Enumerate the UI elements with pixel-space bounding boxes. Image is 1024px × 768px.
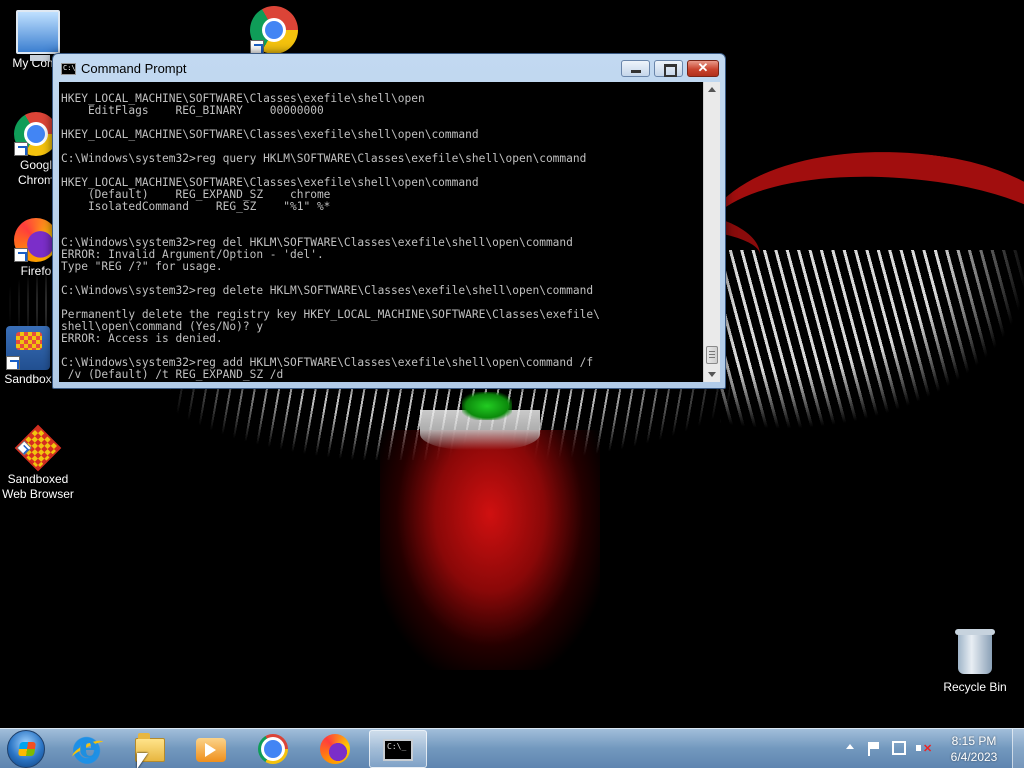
cmd-icon (383, 739, 413, 761)
shortcut-arrow-icon (250, 40, 264, 54)
network-icon[interactable] (892, 741, 906, 755)
taskbar-firefox-button[interactable] (307, 730, 365, 768)
desktop-icon-sandboxed-web-browser[interactable]: Sandboxed Web Browser (0, 424, 76, 502)
firefox-icon (320, 734, 350, 764)
taskbar-chrome-button[interactable] (245, 730, 303, 768)
taskbar-explorer-button[interactable] (122, 730, 180, 768)
close-icon: ✕ (697, 60, 709, 75)
shortcut-arrow-icon (14, 248, 28, 262)
command-prompt-window[interactable]: C:\ Command Prompt ✕ HKEY_LOCAL_MACHINE\… (52, 53, 726, 389)
mouse-cursor-icon (137, 753, 148, 768)
scroll-down-arrow-icon[interactable] (704, 366, 720, 382)
desktop-icon-chrome[interactable] (236, 6, 312, 56)
show-desktop-button[interactable] (1012, 729, 1024, 768)
close-button[interactable]: ✕ (687, 60, 719, 77)
scroll-up-arrow-icon[interactable] (704, 82, 720, 98)
window-title: Command Prompt (81, 61, 187, 76)
window-titlebar[interactable]: C:\ Command Prompt ✕ (53, 54, 725, 82)
taskbar-media-player-button[interactable] (183, 730, 241, 768)
desktop-icon-recycle-bin[interactable]: Recycle Bin (937, 629, 1013, 695)
system-tray: 8:15 PM 6/4/2023 (840, 729, 1024, 768)
wallpaper-green-shape (462, 392, 512, 420)
maximize-button[interactable] (654, 60, 683, 77)
internet-explorer-icon (73, 730, 103, 765)
desktop-icon-label: Recycle Bin (943, 680, 1007, 694)
sandboxie-icon (14, 424, 62, 472)
recycle-bin-icon (955, 629, 995, 674)
minimize-button[interactable] (621, 60, 650, 77)
shortcut-arrow-icon (16, 440, 32, 456)
taskbar-cmd-button[interactable] (369, 730, 427, 768)
chrome-icon (258, 734, 288, 764)
start-button[interactable] (7, 730, 45, 768)
desktop-icon-label: Sandboxed Web Browser (2, 472, 74, 501)
console-output[interactable]: HKEY_LOCAL_MACHINE\SOFTWARE\Classes\exef… (59, 82, 703, 382)
taskbar: 8:15 PM 6/4/2023 (0, 728, 1024, 768)
vertical-scrollbar[interactable] (703, 82, 720, 382)
clock-date: 6/4/2023 (950, 750, 998, 764)
cmd-icon: C:\ (61, 63, 76, 75)
sandboxie-icon (6, 326, 50, 370)
shortcut-arrow-icon (14, 142, 28, 156)
volume-muted-icon[interactable] (916, 742, 932, 755)
wallpaper-white-rays (720, 250, 1024, 430)
computer-icon (16, 10, 60, 61)
shortcut-arrow-icon (6, 356, 20, 370)
chevron-up-icon[interactable] (846, 744, 854, 749)
console-text: HKEY_LOCAL_MACHINE\SOFTWARE\Classes\exef… (61, 92, 600, 381)
media-player-icon (196, 738, 226, 762)
clock-time: 8:15 PM (951, 734, 997, 748)
chrome-icon (250, 6, 298, 54)
wallpaper-red-glow (380, 430, 600, 670)
scrollbar-thumb[interactable] (706, 346, 718, 364)
action-center-flag-icon[interactable] (868, 742, 880, 756)
taskbar-ie-button[interactable] (60, 730, 118, 768)
clock[interactable]: 8:15 PM 6/4/2023 (940, 733, 1008, 765)
